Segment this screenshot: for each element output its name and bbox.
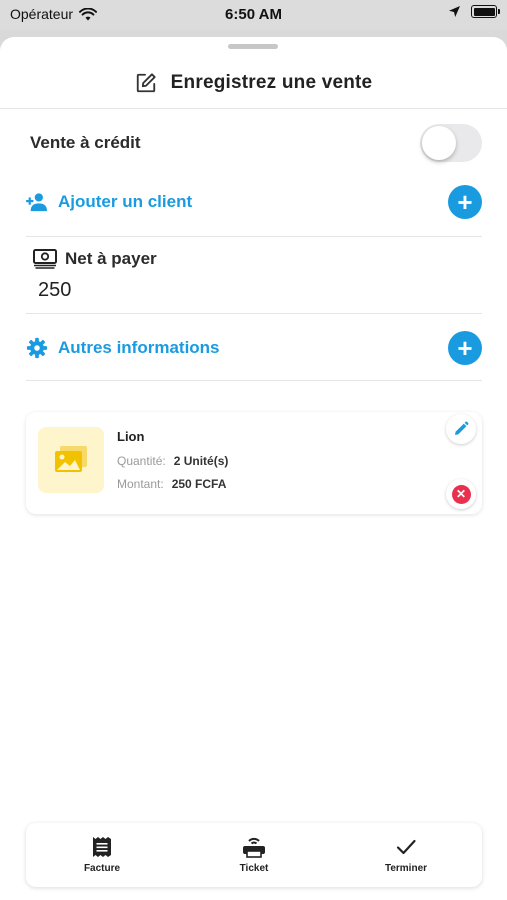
page-title: Enregistrez une vente [170,71,373,93]
edit-product-button[interactable] [446,414,476,444]
invoice-label: Facture [83,863,121,874]
sheet-header: Enregistrez une vente [0,57,507,109]
product-amount-row: Montant: 250 FCFA [117,477,226,491]
status-bar: Opérateur 6:50 AM [0,0,507,30]
image-placeholder-icon [55,446,87,472]
other-info-button[interactable]: + [448,331,482,365]
pencil-icon [455,421,469,435]
credit-sale-toggle[interactable] [420,124,482,162]
product-thumbnail [38,427,104,493]
add-client-label: Ajouter un client [58,192,193,211]
divider [26,313,482,314]
battery-icon [471,5,500,18]
amount-value: 250 FCFA [171,477,227,491]
status-time: 6:50 AM [225,6,282,23]
invoice-button[interactable]: Facture [26,823,178,887]
sale-sheet: Enregistrez une vente Vente à crédit Ajo… [0,37,507,900]
ticket-printer-icon [243,837,265,858]
other-info-left: Autres informations [26,337,220,359]
amount-label: Montant: [117,477,164,491]
add-client-button[interactable]: + [448,185,482,219]
sheet-grabber[interactable] [228,44,278,49]
bottom-action-bar: Facture Ticket Terminer [26,823,482,887]
edit-note-icon [136,72,156,92]
finish-button[interactable]: Terminer [330,823,482,887]
product-quantity-row: Quantité: 2 Unité(s) [117,454,228,468]
delete-product-button[interactable]: ✕ [446,479,476,509]
product-card[interactable]: Lion Quantité: 2 Unité(s) Montant: 250 F… [26,412,482,514]
status-right [448,5,500,18]
other-info-label: Autres informations [58,338,220,357]
quantity-label: Quantité: [117,454,166,468]
divider [26,380,482,381]
add-client-row[interactable]: Ajouter un client + [26,185,482,219]
product-name: Lion [117,429,145,444]
other-info-row[interactable]: Autres informations + [26,331,482,365]
add-client-left: Ajouter un client [26,192,192,212]
net-to-pay-header: Net à payer [33,249,157,269]
quantity-value: 2 Unité(s) [173,454,229,468]
cash-icon [33,249,57,269]
net-to-pay-label: Net à payer [65,249,157,268]
receipt-icon [93,837,111,857]
credit-sale-row: Vente à crédit [30,123,482,163]
gear-icon [26,337,48,359]
finish-label: Terminer [384,863,428,874]
ticket-label: Ticket [239,863,269,874]
credit-sale-label: Vente à crédit [30,133,141,152]
divider [26,236,482,237]
net-to-pay-value: 250 [38,279,72,301]
checkmark-icon [396,839,416,855]
close-icon: ✕ [451,484,471,504]
toggle-knob [422,126,456,160]
ticket-button[interactable]: Ticket [178,823,330,887]
add-person-icon [26,193,47,212]
location-arrow-icon [449,6,460,17]
